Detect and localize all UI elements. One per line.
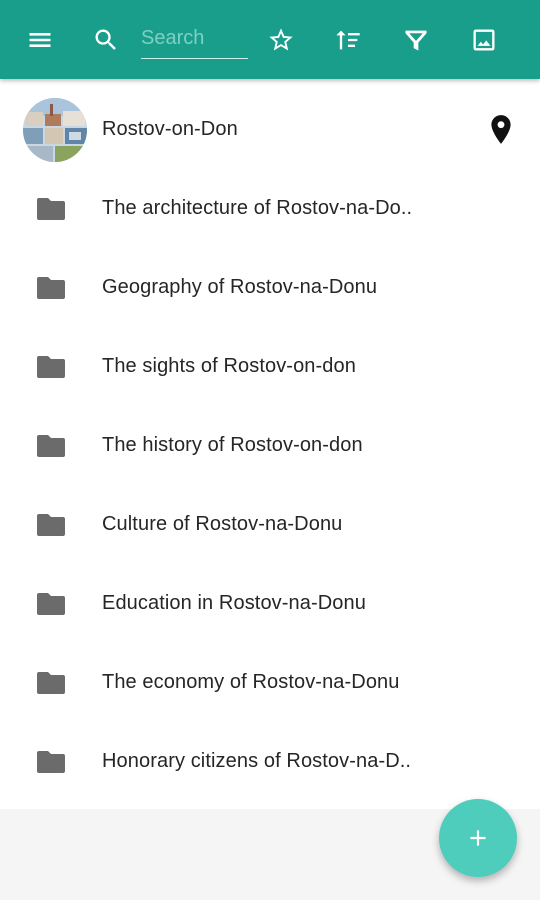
list-item-label: The history of Rostov-on-don — [102, 434, 363, 456]
category-list: Rostov-on-Don The architecture of Rostov… — [0, 79, 540, 809]
plus-icon — [470, 830, 486, 846]
app-toolbar — [0, 0, 540, 79]
folder-icon — [36, 275, 66, 301]
menu-icon[interactable] — [18, 18, 62, 62]
list-item-label: Education in Rostov-na-Donu — [102, 592, 366, 614]
folder-icon — [36, 512, 66, 538]
list-item-label: The architecture of Rostov-na-Do.. — [102, 197, 413, 219]
list-item-history[interactable]: The history of Rostov-on-don — [0, 406, 540, 485]
list-item-architecture[interactable]: The architecture of Rostov-na-Do.. — [0, 169, 540, 248]
location-pin-icon[interactable] — [488, 114, 514, 146]
add-button[interactable] — [439, 799, 517, 877]
list-item-rostov-on-don[interactable]: Rostov-on-Don — [0, 90, 540, 169]
list-item-label: Geography of Rostov-na-Donu — [102, 276, 378, 298]
sort-icon[interactable] — [326, 18, 370, 62]
list-item-honorary-citizens[interactable]: Honorary citizens of Rostov-na-D.. — [0, 722, 540, 801]
folder-icon — [36, 591, 66, 617]
list-item-label: Culture of Rostov-na-Donu — [102, 513, 343, 535]
list-item-education[interactable]: Education in Rostov-na-Donu — [0, 564, 540, 643]
search-field[interactable] — [141, 18, 248, 59]
list-item-culture[interactable]: Culture of Rostov-na-Donu — [0, 485, 540, 564]
list-item-label: The sights of Rostov-on-don — [102, 355, 356, 377]
filter-icon[interactable] — [394, 18, 438, 62]
search-icon[interactable] — [84, 18, 128, 62]
folder-icon — [36, 433, 66, 459]
star-icon[interactable] — [259, 18, 303, 62]
folder-icon — [36, 196, 66, 222]
list-item-geography[interactable]: Geography of Rostov-na-Donu — [0, 248, 540, 327]
list-item-label: The economy of Rostov-na-Donu — [102, 671, 400, 693]
folder-icon — [36, 749, 66, 775]
city-photo-avatar — [23, 97, 87, 162]
folder-icon — [36, 670, 66, 696]
list-item-label: Rostov-on-Don — [102, 118, 238, 140]
list-item-economy[interactable]: The economy of Rostov-na-Donu — [0, 643, 540, 722]
folder-icon — [36, 354, 66, 380]
list-item-sights[interactable]: The sights of Rostov-on-don — [0, 327, 540, 406]
image-icon[interactable] — [462, 18, 506, 62]
search-input[interactable] — [141, 18, 248, 56]
list-item-label: Honorary citizens of Rostov-na-D.. — [102, 750, 412, 772]
